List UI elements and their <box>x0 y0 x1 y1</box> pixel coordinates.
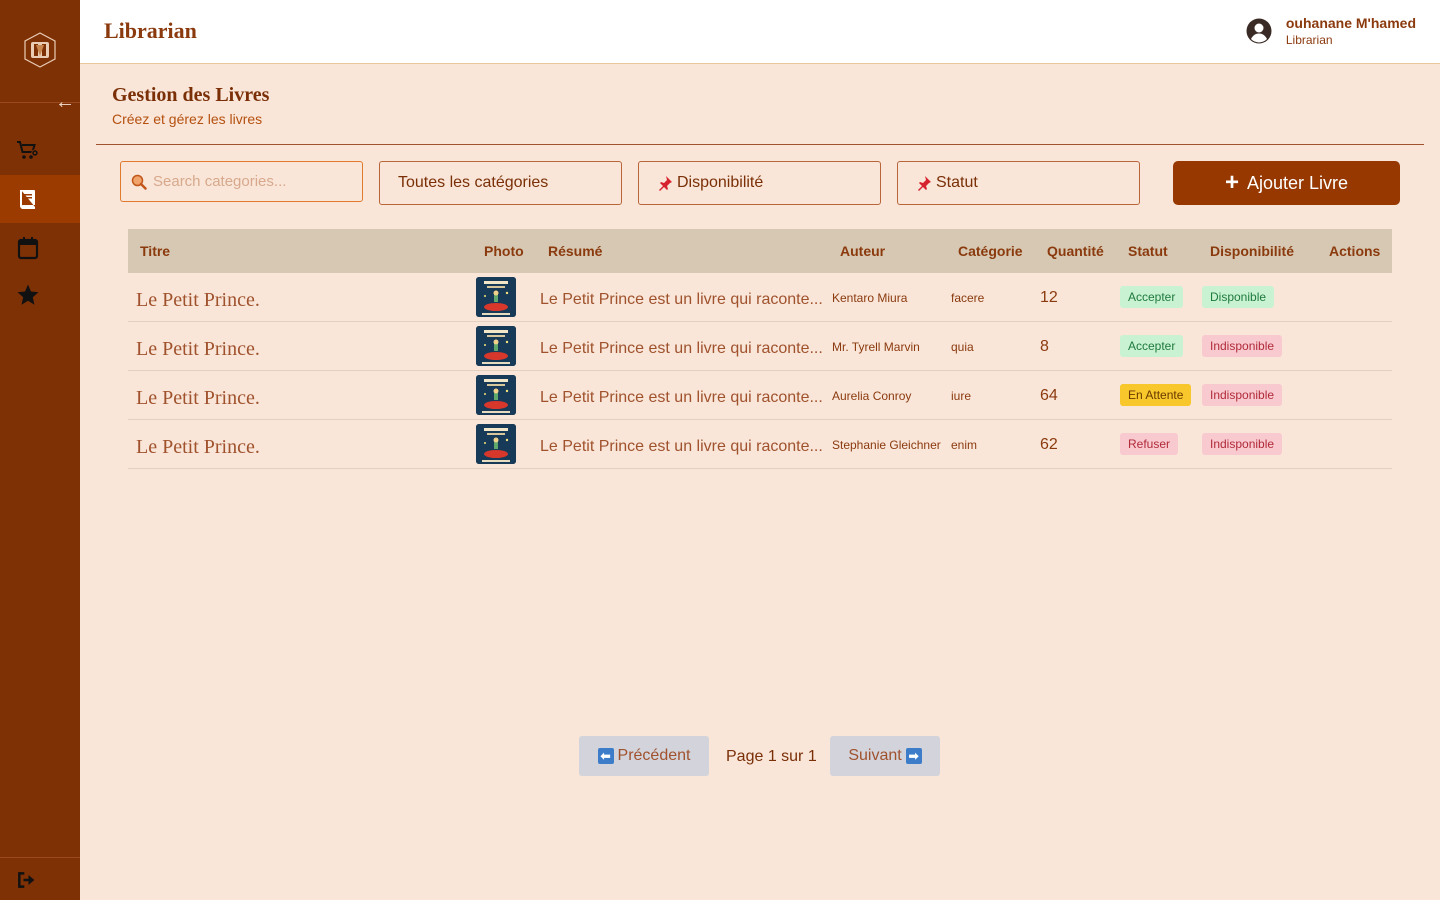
page-subtitle: Créez et gérez les livres <box>112 111 263 127</box>
category-select-value: Toutes les catégories <box>398 174 549 191</box>
book-category: quia <box>951 340 974 354</box>
user-name: ouhanane M'hamed <box>1285 15 1416 31</box>
book-photo <box>476 424 516 464</box>
status-badge: Accepter <box>1120 335 1184 357</box>
sidebar-item-orders[interactable] <box>0 126 80 174</box>
previous-page-label: Précédent <box>617 747 691 764</box>
header-resume: Résumé <box>548 243 603 259</box>
search-box[interactable] <box>120 161 363 202</box>
next-page-label: Suivant <box>848 747 902 764</box>
status-badge: Refuser <box>1120 433 1179 455</box>
cart-settings-icon <box>17 141 39 159</box>
book-quantity: 12 <box>1040 289 1058 306</box>
availability-badge: Indisponible <box>1202 384 1283 406</box>
table-row[interactable]: Le Petit Prince. Le Petit Prince est un l… <box>128 371 1392 420</box>
book-author: Kentaro Miura <box>832 291 908 305</box>
pushpin-icon <box>918 176 931 191</box>
header-category: Catégorie <box>958 243 1023 259</box>
calendar-icon <box>17 237 39 260</box>
header-status: Statut <box>1128 243 1168 259</box>
page-info: Page 1 sur 1 <box>726 748 817 765</box>
book-title: Le Petit Prince. <box>136 289 260 311</box>
table-row[interactable]: Le Petit Prince. Le Petit Prince est un l… <box>128 273 1392 322</box>
add-book-button[interactable]: + Ajouter Livre <box>1173 161 1400 205</box>
star-icon <box>17 284 39 305</box>
book-resume: Le Petit Prince est un livre qui raconte… <box>540 340 823 357</box>
category-select[interactable]: Toutes les catégories <box>379 161 622 205</box>
book-title: Le Petit Prince. <box>136 338 260 360</box>
arrow-right-icon: ➡ <box>905 748 922 764</box>
book-cover-image <box>476 424 516 464</box>
sidebar-item-calendar[interactable] <box>0 224 80 272</box>
availability-badge: Indisponible <box>1202 433 1283 455</box>
user-menu[interactable]: ouhanane M'hamed Librarian <box>1246 14 1416 48</box>
header-availability: Disponibilité <box>1210 243 1294 259</box>
header-photo: Photo <box>484 243 524 259</box>
sidebar-item-favorites[interactable] <box>0 271 80 319</box>
book-title: Le Petit Prince. <box>136 436 260 458</box>
books-table: Titre Photo Résumé Auteur Catégorie Quan… <box>128 229 1392 469</box>
book-author: Stephanie Gleichner <box>832 438 941 452</box>
logout-icon <box>18 872 35 888</box>
book-photo <box>476 326 516 366</box>
search-input[interactable] <box>153 173 353 190</box>
book-author: Aurelia Conroy <box>832 389 912 403</box>
book-resume: Le Petit Prince est un livre qui raconte… <box>540 389 823 406</box>
table-header: Titre Photo Résumé Auteur Catégorie Quan… <box>128 229 1392 273</box>
collapse-sidebar-button[interactable]: ← <box>54 90 76 114</box>
logout-button[interactable] <box>0 856 80 900</box>
book-quantity: 62 <box>1040 436 1058 453</box>
availability-select-value: Disponibilité <box>677 174 764 191</box>
status-select[interactable]: Statut <box>897 161 1140 205</box>
plus-icon: + <box>1224 169 1239 196</box>
book-cover-image <box>476 375 516 415</box>
pushpin-icon <box>659 176 672 191</box>
book-category: iure <box>951 389 972 403</box>
page-title: Gestion des Livres <box>112 84 270 106</box>
header-author: Auteur <box>840 243 886 259</box>
sidebar-item-books[interactable] <box>0 175 80 223</box>
search-icon <box>131 174 147 190</box>
book-category: enim <box>951 438 978 452</box>
book-category: facere <box>951 291 985 305</box>
app-title: Librarian <box>104 18 197 43</box>
user-avatar-icon <box>1246 18 1272 44</box>
header-title: Titre <box>140 243 171 259</box>
book-quantity: 8 <box>1040 338 1049 355</box>
book-icon <box>20 190 35 209</box>
status-badge: En Attente <box>1120 384 1192 406</box>
table-body: Le Petit Prince. Le Petit Prince est un l… <box>128 273 1392 469</box>
book-title: Le Petit Prince. <box>136 387 260 409</box>
book-quantity: 64 <box>1040 387 1058 404</box>
header-actions: Actions <box>1329 243 1381 259</box>
arrow-left-icon: ⬅ <box>597 748 614 764</box>
header-quantity: Quantité <box>1047 243 1104 259</box>
top-bar: Librarian ouhanane M'hamed Librarian <box>80 0 1440 64</box>
table-row[interactable]: Le Petit Prince. Le Petit Prince est un l… <box>128 322 1392 371</box>
previous-page-button[interactable]: ⬅ Précédent <box>579 736 709 776</box>
library-logo-icon <box>24 32 56 68</box>
status-badge: Accepter <box>1120 286 1184 308</box>
book-cover-image <box>476 326 516 366</box>
status-select-value: Statut <box>936 174 978 191</box>
user-role: Librarian <box>1285 33 1333 47</box>
availability-badge: Indisponible <box>1202 335 1283 357</box>
book-resume: Le Petit Prince est un livre qui raconte… <box>540 291 823 308</box>
book-author: Mr. Tyrell Marvin <box>832 340 920 354</box>
next-page-button[interactable]: Suivant ➡ <box>830 736 940 776</box>
book-cover-image <box>476 277 516 317</box>
book-resume: Le Petit Prince est un livre qui raconte… <box>540 438 823 455</box>
book-photo <box>476 375 516 415</box>
table-row[interactable]: Le Petit Prince. Le Petit Prince est un l… <box>128 420 1392 469</box>
heading-divider <box>96 144 1424 145</box>
add-book-label: Ajouter Livre <box>1246 172 1349 193</box>
sidebar: ← <box>0 0 80 900</box>
book-photo <box>476 277 516 317</box>
availability-badge: Disponible <box>1202 286 1275 308</box>
availability-select[interactable]: Disponibilité <box>638 161 881 205</box>
